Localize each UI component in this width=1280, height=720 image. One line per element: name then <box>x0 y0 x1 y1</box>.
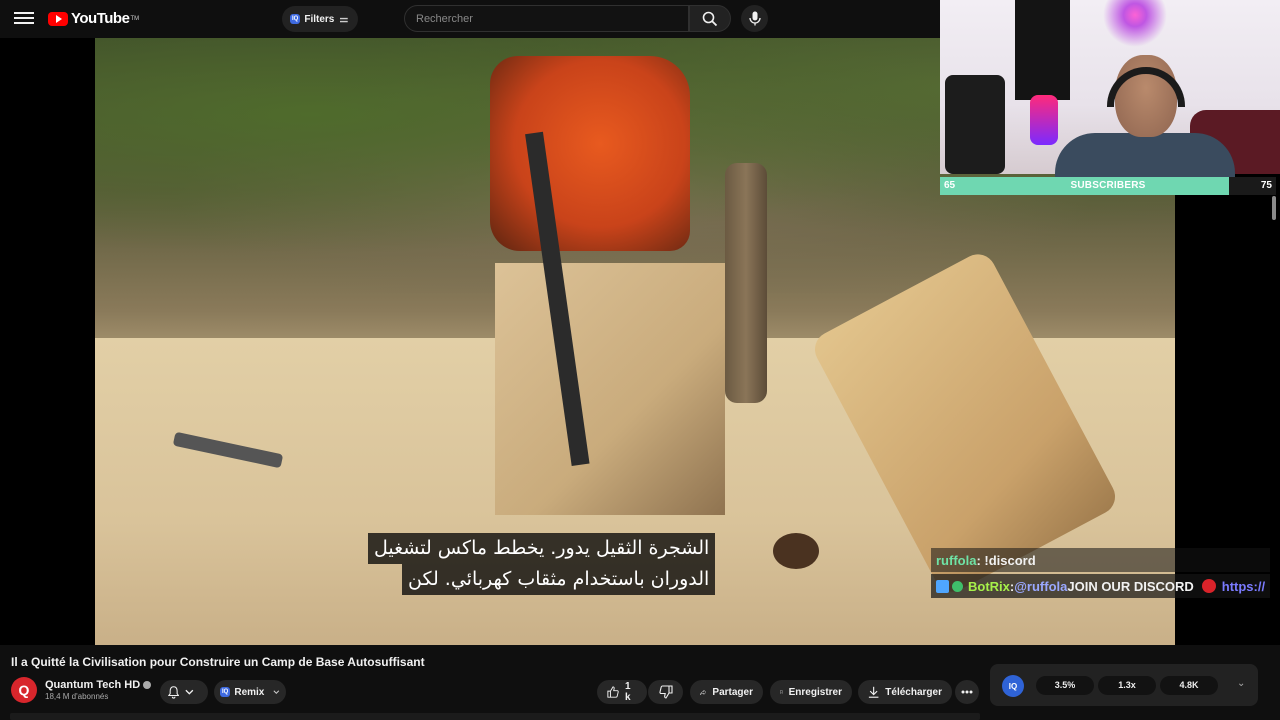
logo-tm: TM <box>130 15 140 22</box>
dislike-button[interactable] <box>648 680 683 704</box>
chat-text: : !discord <box>976 552 1036 568</box>
save-label: Enregistrer <box>788 686 842 698</box>
scrollbar[interactable] <box>1272 196 1276 220</box>
stat-multiplier: 1.3x <box>1098 676 1156 695</box>
filters-label: Filters <box>304 13 335 25</box>
remix-label: Remix <box>234 686 265 698</box>
chat-overlay: ruffola : !discord BotRix : @ruffola JOI… <box>931 548 1271 598</box>
scene-wood-block <box>495 263 725 515</box>
stat-engagement: 3.5% <box>1036 676 1094 695</box>
logo-text: YouTube <box>71 10 130 27</box>
sliders-icon: ⚌ <box>339 13 349 25</box>
brand-icon <box>1201 579 1216 593</box>
download-label: Télécharger <box>885 686 942 698</box>
channel-subscribers: 18,4 M d'abonnés <box>45 692 109 701</box>
chevron-down-icon <box>273 690 280 694</box>
thumbs-down-icon <box>658 685 673 699</box>
download-button[interactable]: Télécharger <box>858 680 952 704</box>
verified-bot-icon <box>952 580 963 592</box>
chat-link[interactable]: https:// <box>1222 579 1265 594</box>
like-count: 1 k <box>625 681 631 703</box>
iq-badge: IQ <box>220 687 231 697</box>
video-title: Il a Quitté la Civilisation pour Constru… <box>11 655 425 669</box>
remix-button[interactable]: IQ Remix <box>214 680 286 704</box>
subscriber-goal-label: SUBSCRIBERS <box>1070 180 1146 191</box>
menu-icon[interactable] <box>14 9 34 29</box>
chat-message: BotRix : @ruffola JOIN OUR DISCORD https… <box>931 574 1271 598</box>
verified-icon <box>143 681 152 690</box>
stats-panel: IQ 3.5% 1.3x 4.8K ⌄ <box>990 664 1258 706</box>
top-bar: YouTube TM IQ Filters ⚌ <box>0 0 940 38</box>
thumbs-up-icon <box>607 686 619 698</box>
iq-logo-icon[interactable]: IQ <box>1002 675 1024 697</box>
search-button[interactable] <box>689 5 731 32</box>
notification-bell-button[interactable] <box>160 680 208 704</box>
more-dots-icon <box>961 690 973 694</box>
webcam-microphone <box>1030 95 1058 145</box>
share-icon <box>700 689 707 695</box>
chat-message: ruffola : !discord <box>931 548 1271 572</box>
subtitles: الشجرة الثقيل يدور. يخطط ماكس لتشغيل الد… <box>368 533 716 595</box>
bell-icon <box>168 686 180 699</box>
share-label: Partager <box>712 686 753 698</box>
download-icon <box>868 686 879 698</box>
youtube-play-icon <box>48 11 68 26</box>
webcam-light <box>1090 0 1180 60</box>
channel-info[interactable]: Q Quantum Tech HD 18,4 M d'abonnés <box>11 677 152 703</box>
scene-stick <box>725 163 767 403</box>
chat-mention: @ruffola <box>1014 578 1068 594</box>
microphone-icon <box>748 11 761 26</box>
webcam-jacket <box>945 75 1005 174</box>
search-input[interactable] <box>404 5 689 32</box>
webcam-streamer <box>1055 55 1235 193</box>
channel-name[interactable]: Quantum Tech HD <box>45 679 140 691</box>
share-button[interactable]: Partager <box>690 680 763 704</box>
scene-chainsaw <box>490 56 690 251</box>
chat-text: JOIN OUR DISCORD <box>1067 578 1194 594</box>
more-actions-button[interactable] <box>955 680 979 704</box>
voice-search-button[interactable] <box>741 5 768 32</box>
subscriber-goal-bar: 65 SUBSCRIBERS 75 <box>940 177 1276 195</box>
platform-icon <box>936 579 949 593</box>
save-button[interactable]: Enregistrer <box>770 680 852 704</box>
youtube-logo[interactable]: YouTube TM <box>48 10 139 27</box>
chevron-down-icon[interactable]: ⌄ <box>1237 678 1245 689</box>
bookmark-icon <box>780 690 783 694</box>
subtitle-line: الدوران باستخدام مثقاب كهربائي. لكن <box>402 564 716 595</box>
like-button[interactable]: 1 k <box>597 680 647 704</box>
chevron-down-icon <box>185 689 194 695</box>
scene-hole <box>773 533 819 569</box>
filters-button[interactable]: IQ Filters ⚌ <box>282 6 359 32</box>
chat-username: ruffola <box>936 552 977 568</box>
description-preview[interactable] <box>10 713 980 720</box>
search-icon <box>702 11 718 26</box>
subscriber-goal-end: 75 <box>1260 180 1272 191</box>
iq-badge: IQ <box>290 14 301 24</box>
stat-count: 4.8K <box>1160 676 1218 695</box>
channel-avatar[interactable]: Q <box>11 677 37 703</box>
subtitle-line: الشجرة الثقيل يدور. يخطط ماكس لتشغيل <box>368 533 716 564</box>
chat-username: BotRix <box>968 578 1010 594</box>
